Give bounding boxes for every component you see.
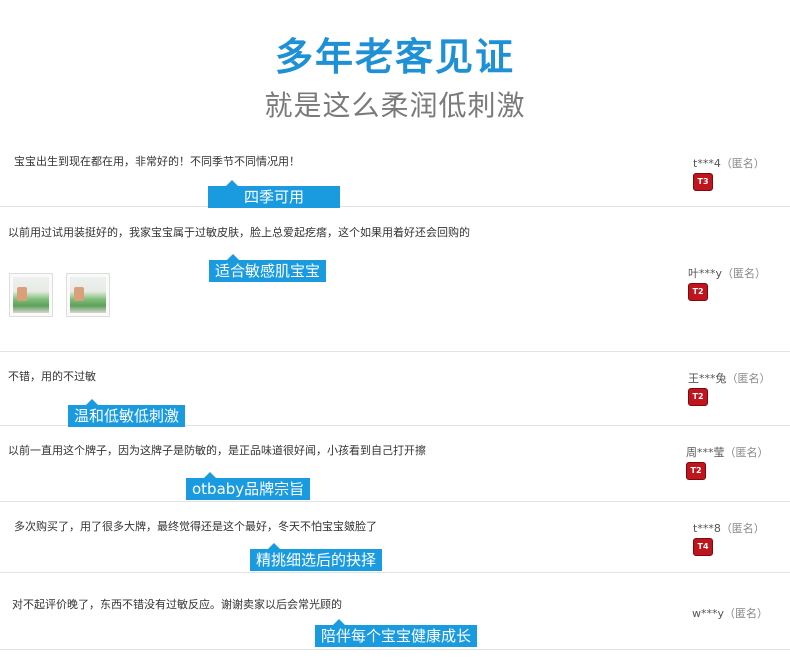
product-photo-image: [13, 277, 49, 313]
review-item: 宝宝出生到现在都在用，非常好的！不同季节不同情况用！ 四季可用 t***4（匿名…: [0, 142, 790, 208]
anonymous-label: （匿名）: [724, 607, 769, 620]
reviewer-name[interactable]: 叶***y（匿名）: [688, 265, 766, 281]
page-subtitle: 就是这么柔润低刺激: [264, 89, 526, 122]
anonymous-label: （匿名）: [726, 372, 771, 385]
reviewer-name[interactable]: w***y（匿名）: [692, 605, 768, 621]
review-photo-thumbnail[interactable]: [9, 273, 53, 317]
member-level-badge-icon: T3: [693, 173, 713, 191]
review-item: 以前用过试用装挺好的，我家宝宝属于过敏皮肤，脸上总爱起疙瘩，这个如果用着好还会回…: [0, 207, 790, 352]
reviewer-username[interactable]: t***8: [693, 522, 721, 535]
review-highlight-tag: 四季可用: [208, 180, 340, 208]
review-item: 多次购买了，用了很多大牌，最终觉得还是这个最好，冬天不怕宝宝皴脸了 精挑细选后的…: [0, 502, 790, 573]
review-highlight-tag: 陪伴每个宝宝健康成长: [315, 619, 478, 647]
member-level-badge-icon: T4: [693, 538, 713, 556]
review-text: 多次购买了，用了很多大牌，最终觉得还是这个最好，冬天不怕宝宝皴脸了: [14, 520, 377, 533]
review-item: 以前一直用这个牌子，因为这牌子是防敏的，是正品味道很好闻，小孩看到自己打开擦 o…: [0, 426, 790, 502]
review-item: 不错，用的不过敏 温和低敏低刺激 王***兔（匿名） T2: [0, 352, 790, 427]
review-text: 对不起评价晚了，东西不错没有过敏反应。谢谢卖家以后会常光顾的: [12, 598, 342, 611]
reviewer-name[interactable]: 周***莹（匿名）: [686, 444, 769, 460]
reviewer-name[interactable]: 王***兔（匿名）: [688, 370, 771, 386]
reviewer-username[interactable]: 王***兔: [688, 372, 727, 385]
reviewer-name[interactable]: t***4（匿名）: [693, 155, 765, 171]
review-photo-thumbnail[interactable]: [66, 273, 110, 317]
anonymous-label: （匿名）: [722, 267, 767, 280]
reviewer-username[interactable]: t***4: [693, 157, 721, 170]
reviewer-username[interactable]: 周***莹: [686, 446, 725, 459]
review-text: 以前用过试用装挺好的，我家宝宝属于过敏皮肤，脸上总爱起疙瘩，这个如果用着好还会回…: [8, 226, 470, 239]
review-highlight-tag: 适合敏感肌宝宝: [209, 254, 327, 282]
review-highlight-tag: 精挑细选后的抉择: [250, 543, 383, 571]
product-photo-image: [70, 277, 106, 313]
review-highlight-tag: 温和低敏低刺激: [68, 399, 186, 427]
review-text: 不错，用的不过敏: [8, 370, 96, 383]
anonymous-label: （匿名）: [720, 157, 765, 170]
review-text: 以前一直用这个牌子，因为这牌子是防敏的，是正品味道很好闻，小孩看到自己打开擦: [8, 444, 426, 457]
review-highlight-tag: otbaby品牌宗旨: [186, 472, 311, 500]
reviewer-name[interactable]: t***8（匿名）: [693, 520, 765, 536]
review-text: 宝宝出生到现在都在用，非常好的！不同季节不同情况用！: [14, 155, 300, 168]
member-level-badge-icon: T2: [688, 283, 708, 301]
reviewer-username[interactable]: w***y: [692, 607, 724, 620]
member-level-badge-icon: T2: [686, 462, 706, 480]
anonymous-label: （匿名）: [724, 446, 769, 459]
reviewer-username[interactable]: 叶***y: [688, 267, 722, 280]
review-item: 对不起评价晚了，东西不错没有过敏反应。谢谢卖家以后会常光顾的 陪伴每个宝宝健康成…: [0, 573, 790, 650]
page-title: 多年老客见证: [274, 35, 515, 79]
anonymous-label: （匿名）: [720, 522, 765, 535]
member-level-badge-icon: T2: [688, 388, 708, 406]
